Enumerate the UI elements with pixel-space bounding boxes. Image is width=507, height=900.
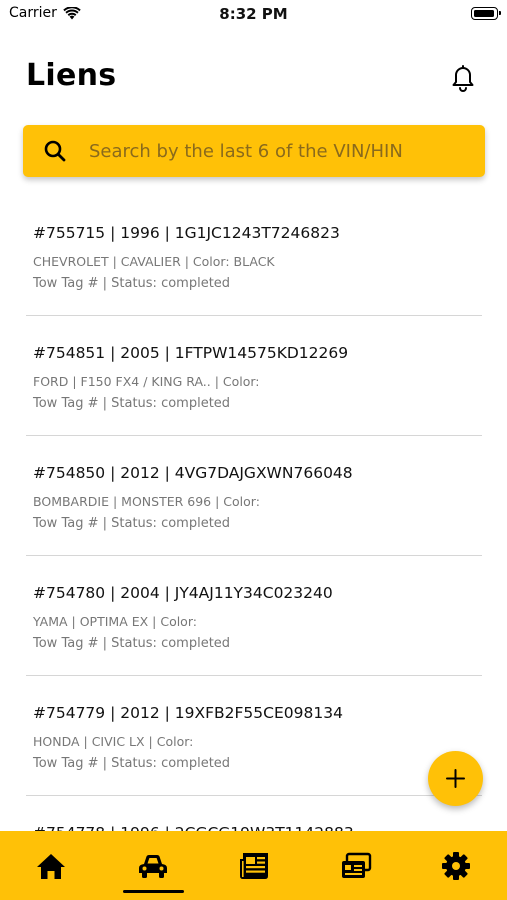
lien-item[interactable]: #754780 | 2004 | JY4AJ11Y34C023240 YAMA … <box>26 556 482 676</box>
nav-cards[interactable] <box>325 831 385 900</box>
lien-item[interactable]: #754778 | 1996 | 2CGCG19W3T1142883 <box>26 796 482 831</box>
plus-icon <box>446 769 465 788</box>
notifications-button[interactable] <box>448 61 478 93</box>
lien-details: HONDA | CIVIC LX | Color: <box>33 734 194 749</box>
search-icon <box>44 140 66 162</box>
lien-status: Tow Tag # | Status: completed <box>33 276 231 291</box>
lien-status: Tow Tag # | Status: completed <box>33 516 231 531</box>
lien-item[interactable]: #754850 | 2012 | 4VG7DAJGXWN766048 BOMBA… <box>26 436 482 556</box>
lien-title: #755715 | 1996 | 1G1JC1243T7246823 <box>33 224 340 242</box>
add-lien-button[interactable] <box>428 751 483 806</box>
lien-item[interactable]: #754851 | 2005 | 1FTPW14575KD12269 FORD … <box>26 316 482 436</box>
car-icon <box>139 855 167 878</box>
lien-details: YAMA | OPTIMA EX | Color: <box>33 614 197 629</box>
nav-settings[interactable] <box>426 831 486 900</box>
lien-title: #754779 | 2012 | 19XFB2F55CE098134 <box>33 704 343 722</box>
lien-status: Tow Tag # | Status: completed <box>33 636 231 651</box>
lien-title: #754850 | 2012 | 4VG7DAJGXWN766048 <box>33 464 353 482</box>
home-icon <box>37 854 65 879</box>
lien-item[interactable]: #754779 | 2012 | 19XFB2F55CE098134 HONDA… <box>26 676 482 796</box>
search-input[interactable] <box>89 133 419 169</box>
lien-list[interactable]: #755715 | 1996 | 1G1JC1243T7246823 CHEVR… <box>26 196 482 831</box>
status-time: 8:32 PM <box>219 5 288 23</box>
lien-title: #754778 | 1996 | 2CGCG19W3T1142883 <box>33 820 482 831</box>
id-card-icon <box>342 852 372 878</box>
lien-title: #754780 | 2004 | JY4AJ11Y34C023240 <box>33 584 333 602</box>
bell-icon <box>452 65 474 92</box>
lien-details: CHEVROLET | CAVALIER | Color: BLACK <box>33 254 275 269</box>
battery-icon <box>471 7 501 20</box>
active-tab-indicator <box>123 890 184 893</box>
nav-documents[interactable] <box>223 831 283 900</box>
lien-status: Tow Tag # | Status: completed <box>33 396 231 411</box>
lien-details: BOMBARDIE | MONSTER 696 | Color: <box>33 494 260 509</box>
page-title: Liens <box>26 58 117 93</box>
lien-status: Tow Tag # | Status: completed <box>33 756 231 771</box>
gear-icon <box>442 852 470 880</box>
newspaper-icon <box>240 853 268 879</box>
nav-home[interactable] <box>21 831 81 900</box>
bottom-nav <box>0 831 507 900</box>
lien-item[interactable]: #755715 | 1996 | 1G1JC1243T7246823 CHEVR… <box>26 196 482 316</box>
status-bar: Carrier 8:32 PM <box>0 0 507 28</box>
search-bar[interactable] <box>23 125 485 177</box>
lien-details: FORD | F150 FX4 / KING RA.. | Color: <box>33 374 260 389</box>
lien-title: #754851 | 2005 | 1FTPW14575KD12269 <box>33 344 349 362</box>
